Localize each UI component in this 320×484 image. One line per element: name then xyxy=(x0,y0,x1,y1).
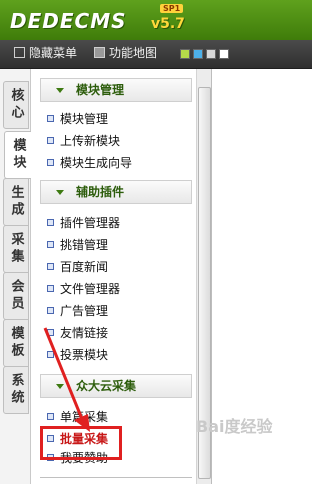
bullet-icon xyxy=(47,351,54,358)
bullet-icon xyxy=(47,219,54,226)
menu-item-label: 广告管理 xyxy=(60,304,109,318)
bullet-icon xyxy=(47,159,54,166)
tab-modules[interactable]: 模块 xyxy=(4,131,32,179)
header-bar: DEDECMS SP1 v5.7 xyxy=(0,0,312,40)
menu-item-baidu-news[interactable]: 百度新闻 xyxy=(47,258,108,276)
bullet-icon xyxy=(47,263,54,270)
collapse-arrow-icon xyxy=(56,88,64,93)
theme-swatch-gray[interactable] xyxy=(206,49,216,59)
menu-item-single-collect[interactable]: 单篇采集 xyxy=(47,408,108,426)
menu-item-label: 单篇采集 xyxy=(60,410,109,424)
function-map-icon xyxy=(94,47,105,58)
hide-menu-icon xyxy=(14,47,25,58)
top-toolbar: 隐藏菜单 功能地图 xyxy=(0,40,312,69)
theme-swatch-blue[interactable] xyxy=(193,49,203,59)
group-head-cloud-collect[interactable]: 众大云采集 xyxy=(40,374,192,398)
hide-menu-button[interactable]: 隐藏菜单 xyxy=(14,45,77,61)
tab-collect[interactable]: 采集 xyxy=(3,225,29,273)
menu-item-file-manager[interactable]: 文件管理器 xyxy=(47,280,120,298)
menu-item-label: 模块管理 xyxy=(60,112,109,126)
menu-item-friend-links[interactable]: 友情链接 xyxy=(47,324,108,342)
function-map-button[interactable]: 功能地图 xyxy=(94,45,157,61)
menu-item-error-management[interactable]: 挑错管理 xyxy=(47,236,108,254)
baidu-watermark: Bai度经验 xyxy=(196,417,273,436)
theme-swatch-green[interactable] xyxy=(180,49,190,59)
hide-menu-label: 隐藏菜单 xyxy=(29,46,78,60)
tab-system[interactable]: 系统 xyxy=(3,366,29,414)
version-label: v5.7 xyxy=(151,16,185,32)
function-map-label: 功能地图 xyxy=(109,46,158,60)
bullet-icon xyxy=(47,137,54,144)
collapse-arrow-icon xyxy=(56,190,64,195)
collapse-arrow-icon xyxy=(56,384,64,389)
bullet-icon xyxy=(47,329,54,336)
bullet-icon xyxy=(47,307,54,314)
group-head-module-management[interactable]: 模块管理 xyxy=(40,78,192,102)
dedecms-logo: DEDECMS xyxy=(10,9,127,33)
bullet-icon xyxy=(47,285,54,292)
group-head-plugins[interactable]: 辅助插件 xyxy=(40,180,192,204)
menu-item-label: 文件管理器 xyxy=(60,282,121,296)
bullet-icon xyxy=(47,413,54,420)
highlight-box xyxy=(40,426,122,460)
group-title: 辅助插件 xyxy=(76,185,125,199)
module-menu-panel: 模块管理 模块管理 上传新模块 模块生成向导 辅助插件 插件管理器 挑错管理 百… xyxy=(31,69,195,484)
menu-item-label: 友情链接 xyxy=(60,326,109,340)
bullet-icon xyxy=(47,241,54,248)
menu-item-module-management[interactable]: 模块管理 xyxy=(47,110,108,128)
menu-item-upload-module[interactable]: 上传新模块 xyxy=(47,132,120,150)
menu-item-plugin-manager[interactable]: 插件管理器 xyxy=(47,214,120,232)
menu-item-label: 模块生成向导 xyxy=(60,156,133,170)
tab-generate[interactable]: 生成 xyxy=(3,178,29,226)
tab-core[interactable]: 核心 xyxy=(3,81,29,129)
group-title: 模块管理 xyxy=(76,83,125,97)
sp-badge: SP1 xyxy=(160,4,184,13)
left-tab-strip: 核心 模块 生成 采集 会员 模板 系统 xyxy=(0,69,32,484)
menu-item-label: 上传新模块 xyxy=(60,134,121,148)
menu-item-label: 插件管理器 xyxy=(60,216,121,230)
tab-templates[interactable]: 模板 xyxy=(3,319,29,367)
menu-item-ad-management[interactable]: 广告管理 xyxy=(47,302,108,320)
menu-item-label: 投票模块 xyxy=(60,348,109,362)
menu-item-label: 百度新闻 xyxy=(60,260,109,274)
menu-item-module-wizard[interactable]: 模块生成向导 xyxy=(47,154,132,172)
tab-members[interactable]: 会员 xyxy=(3,272,29,320)
group-title: 众大云采集 xyxy=(76,379,137,393)
menu-divider xyxy=(40,477,192,478)
menu-item-vote-module[interactable]: 投票模块 xyxy=(47,346,108,364)
theme-swatch-white[interactable] xyxy=(219,49,229,59)
bullet-icon xyxy=(47,115,54,122)
menu-item-label: 挑错管理 xyxy=(60,238,109,252)
